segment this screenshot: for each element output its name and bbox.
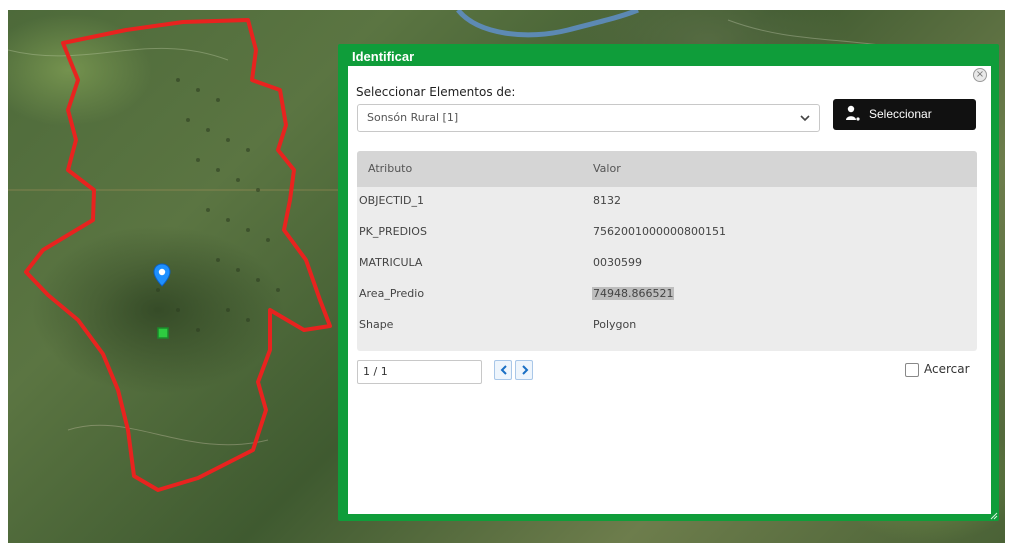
river (456, 10, 639, 38)
page-input[interactable]: 1 / 1 (357, 360, 482, 384)
attribute-value: 8132 (593, 194, 621, 207)
column-header-attribute: Atributo (368, 162, 413, 175)
table-header: Atributo Valor (357, 151, 977, 187)
parcel-outline[interactable] (24, 18, 332, 492)
attribute-value: 0030599 (593, 256, 642, 269)
previous-page-button[interactable] (494, 360, 512, 380)
zoom-checkbox[interactable] (905, 363, 919, 377)
attributes-table: Atributo Valor OBJECTID_1 8132 PK_PREDIO… (357, 151, 977, 351)
identify-dialog[interactable]: Identificar × Seleccionar Elementos de: … (338, 44, 999, 521)
dialog-body: × Seleccionar Elementos de: Sonsón Rural… (348, 66, 991, 514)
table-row[interactable]: PK_PREDIOS 7562001000000800151 (357, 218, 977, 249)
zoom-label: Acercar (924, 362, 970, 376)
location-pin-icon[interactable] (153, 263, 171, 287)
attribute-value-selected[interactable]: 74948.866521 (592, 287, 675, 300)
attribute-name: Shape (359, 318, 394, 331)
layer-select-value: Sonsón Rural [1] (367, 111, 459, 124)
attribute-name: PK_PREDIOS (359, 225, 427, 238)
chevron-down-icon (800, 115, 810, 122)
attribute-name: MATRICULA (359, 256, 423, 269)
chevron-right-icon (522, 365, 529, 375)
table-row[interactable]: OBJECTID_1 8132 (357, 187, 977, 218)
column-header-value: Valor (593, 162, 621, 175)
page-input-value: 1 / 1 (363, 365, 388, 378)
table-row[interactable]: Area_Predio 74948.866521 (357, 280, 977, 311)
select-elements-label: Seleccionar Elementos de: (356, 85, 516, 99)
attribute-value: 7562001000000800151 (593, 225, 726, 238)
close-icon[interactable]: × (973, 68, 987, 82)
next-page-button[interactable] (515, 360, 533, 380)
layer-select[interactable]: Sonsón Rural [1] (357, 104, 820, 132)
select-features-icon (846, 105, 860, 121)
select-button[interactable]: Seleccionar (833, 99, 976, 130)
resize-grip-icon[interactable] (990, 512, 998, 520)
attribute-value: Polygon (593, 318, 637, 331)
chevron-left-icon (500, 365, 507, 375)
dialog-title: Identificar (352, 49, 415, 64)
select-button-label: Seleccionar (869, 107, 932, 121)
table-row[interactable]: MATRICULA 0030599 (357, 249, 977, 280)
table-row[interactable]: Shape Polygon (357, 311, 977, 342)
plantation-dots (156, 78, 280, 332)
green-square-marker-icon[interactable] (157, 327, 169, 339)
attribute-name: OBJECTID_1 (359, 194, 425, 207)
attribute-name: Area_Predio (359, 287, 425, 300)
